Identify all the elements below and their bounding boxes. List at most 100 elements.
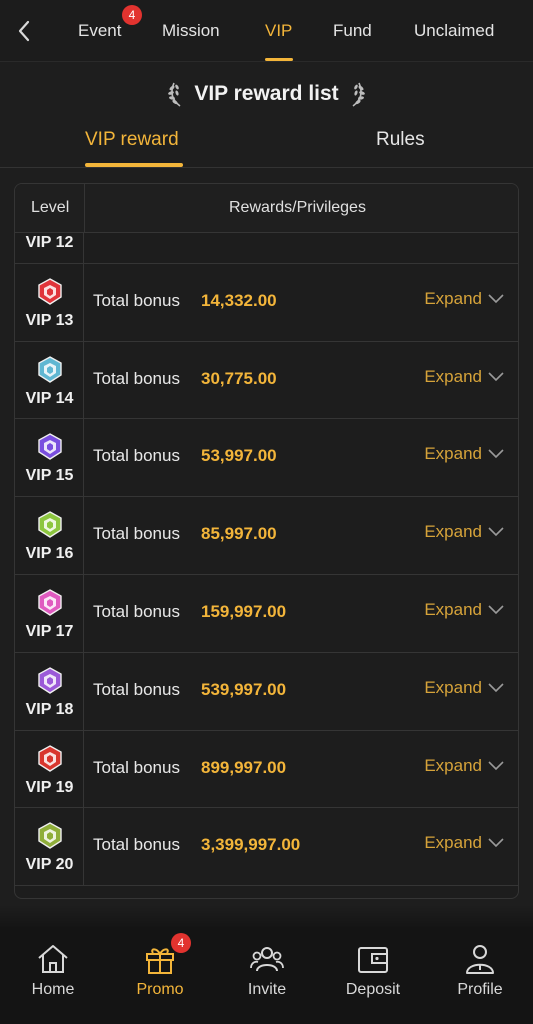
expand-button[interactable]: Expand [424,289,504,309]
table-row[interactable]: VIP 16 Total bonus 85,997.00 Expand [15,497,518,575]
tab-vip-reward[interactable]: VIP reward [85,129,179,151]
total-bonus-value: 539,997.00 [201,679,287,699]
table-header: Level Rewards/Privileges [15,184,518,233]
expand-label: Expand [424,833,482,853]
expand-button[interactable]: Expand [424,678,504,698]
chevron-down-icon [488,838,504,848]
table-row[interactable]: VIP 14 Total bonus 30,775.00 Expand [15,341,518,420]
top-nav: Event 4 Mission VIP Fund Unclaimed [0,0,533,62]
total-bonus-label: Total bonus [93,835,180,855]
vip-level-label: VIP 18 [25,700,74,718]
vip-level-label: VIP 13 [25,311,74,329]
bottom-shadow [0,905,533,927]
bottom-nav: Home 4 Promo Invite Deposit Profile [0,927,533,1024]
table-row[interactable]: VIP 17 Total bonus 159,997.00 Expand [15,574,518,653]
expand-label: Expand [424,288,482,308]
table-body[interactable]: VIP 12 Total bonus 9,499.00 Expand VIP 1… [15,233,518,898]
expand-button[interactable]: Expand [424,756,504,776]
nav-home-label: Home [31,981,75,998]
total-bonus-value: 899,997.00 [201,757,287,777]
sub-tabs: VIP reward Rules [0,118,533,168]
chevron-left-icon [18,20,30,42]
level-cell: VIP 15 [15,419,84,497]
nav-profile[interactable]: Profile [435,941,525,999]
chevron-down-icon [488,449,504,459]
nav-home[interactable]: Home [8,941,98,999]
expand-label: Expand [424,522,482,542]
expand-label: Expand [424,755,482,775]
nav-invite[interactable]: Invite [222,941,312,999]
level-cell: VIP 12 [15,233,84,263]
total-bonus-label: Total bonus [93,368,180,388]
table-row[interactable]: VIP 12 Total bonus 9,499.00 Expand [15,233,518,264]
tab-vip[interactable]: VIP [265,19,292,43]
tab-mission[interactable]: Mission [162,19,220,43]
vip-level-label: VIP 16 [25,545,74,563]
nav-promo-label: Promo [136,981,184,998]
total-bonus-label: Total bonus [93,446,180,466]
users-icon [250,947,284,972]
vip-badge-icon [38,744,62,772]
level-cell: VIP 18 [15,652,84,730]
tab-event[interactable]: Event 4 [78,5,142,43]
nav-promo[interactable]: 4 Promo [115,933,205,999]
tab-rules[interactable]: Rules [376,129,425,151]
total-bonus-value: 53,997.00 [201,446,277,466]
vip-badge-icon [38,589,62,616]
column-divider [84,184,85,233]
vip-badge-icon [38,511,62,539]
vip-level-label: VIP 14 [25,389,74,407]
total-bonus-label: Total bonus [93,757,180,777]
nav-deposit[interactable]: Deposit [328,941,418,999]
table-row[interactable]: VIP 13 Total bonus 14,332.00 Expand [15,263,518,342]
vip-badge-icon [38,355,62,383]
vip-reward-table: Level Rewards/Privileges VIP 12 Total bo… [14,183,519,899]
vip-badge-icon [38,822,62,850]
table-row[interactable]: VIP 20 Total bonus 3,399,997.00 Expand [15,808,518,887]
back-button[interactable] [12,19,36,43]
chevron-down-icon [488,372,504,381]
chevron-down-icon [488,527,504,537]
total-bonus-value: 14,332.00 [201,290,277,310]
total-bonus-value: 159,997.00 [201,601,287,621]
total-bonus-value: 30,775.00 [201,368,277,388]
laurel-left-icon [168,82,181,107]
expand-label: Expand [424,599,482,619]
level-cell: VIP 14 [15,341,84,419]
expand-button[interactable]: Expand [424,444,504,464]
level-cell: VIP 20 [15,808,84,886]
promo-badge: 4 [171,933,191,953]
vip-badge-icon [38,666,62,694]
active-tab-indicator [85,163,183,167]
expand-button[interactable]: Expand [424,833,504,853]
vip-level-label: VIP 12 [25,234,74,251]
tab-event-label: Event [78,21,122,40]
table-row[interactable]: VIP 18 Total bonus 539,997.00 Expand [15,652,518,731]
rewards-column-header: Rewards/Privileges [229,199,366,216]
chevron-down-icon [488,761,504,770]
tab-unclaimed[interactable]: Unclaimed [414,19,494,43]
tab-fund[interactable]: Fund [333,19,372,43]
chevron-down-icon [488,294,504,303]
vip-level-label: VIP 19 [25,778,74,796]
vip-badge-icon [38,277,62,305]
vip-level-label: VIP 15 [25,467,74,485]
nav-deposit-label: Deposit [345,981,401,998]
nav-invite-label: Invite [247,981,287,998]
level-cell: VIP 16 [15,497,84,574]
level-cell: VIP 19 [15,730,84,808]
expand-button[interactable]: Expand [424,600,504,620]
table-row[interactable]: VIP 15 Total bonus 53,997.00 Expand [15,419,518,498]
table-row[interactable]: VIP 19 Total bonus 899,997.00 Expand [15,730,518,809]
total-bonus-label: Total bonus [93,601,180,621]
page-header: VIP reward list [0,74,533,114]
table-rows: VIP 12 Total bonus 9,499.00 Expand VIP 1… [15,233,518,887]
expand-button[interactable]: Expand [424,522,504,542]
expand-label: Expand [424,677,482,697]
vip-level-label: VIP 17 [25,622,74,640]
vip-badge-icon [38,433,62,461]
expand-label: Expand [424,444,482,464]
nav-profile-label: Profile [457,981,503,998]
expand-button[interactable]: Expand [424,367,504,387]
level-cell: VIP 17 [15,574,84,652]
